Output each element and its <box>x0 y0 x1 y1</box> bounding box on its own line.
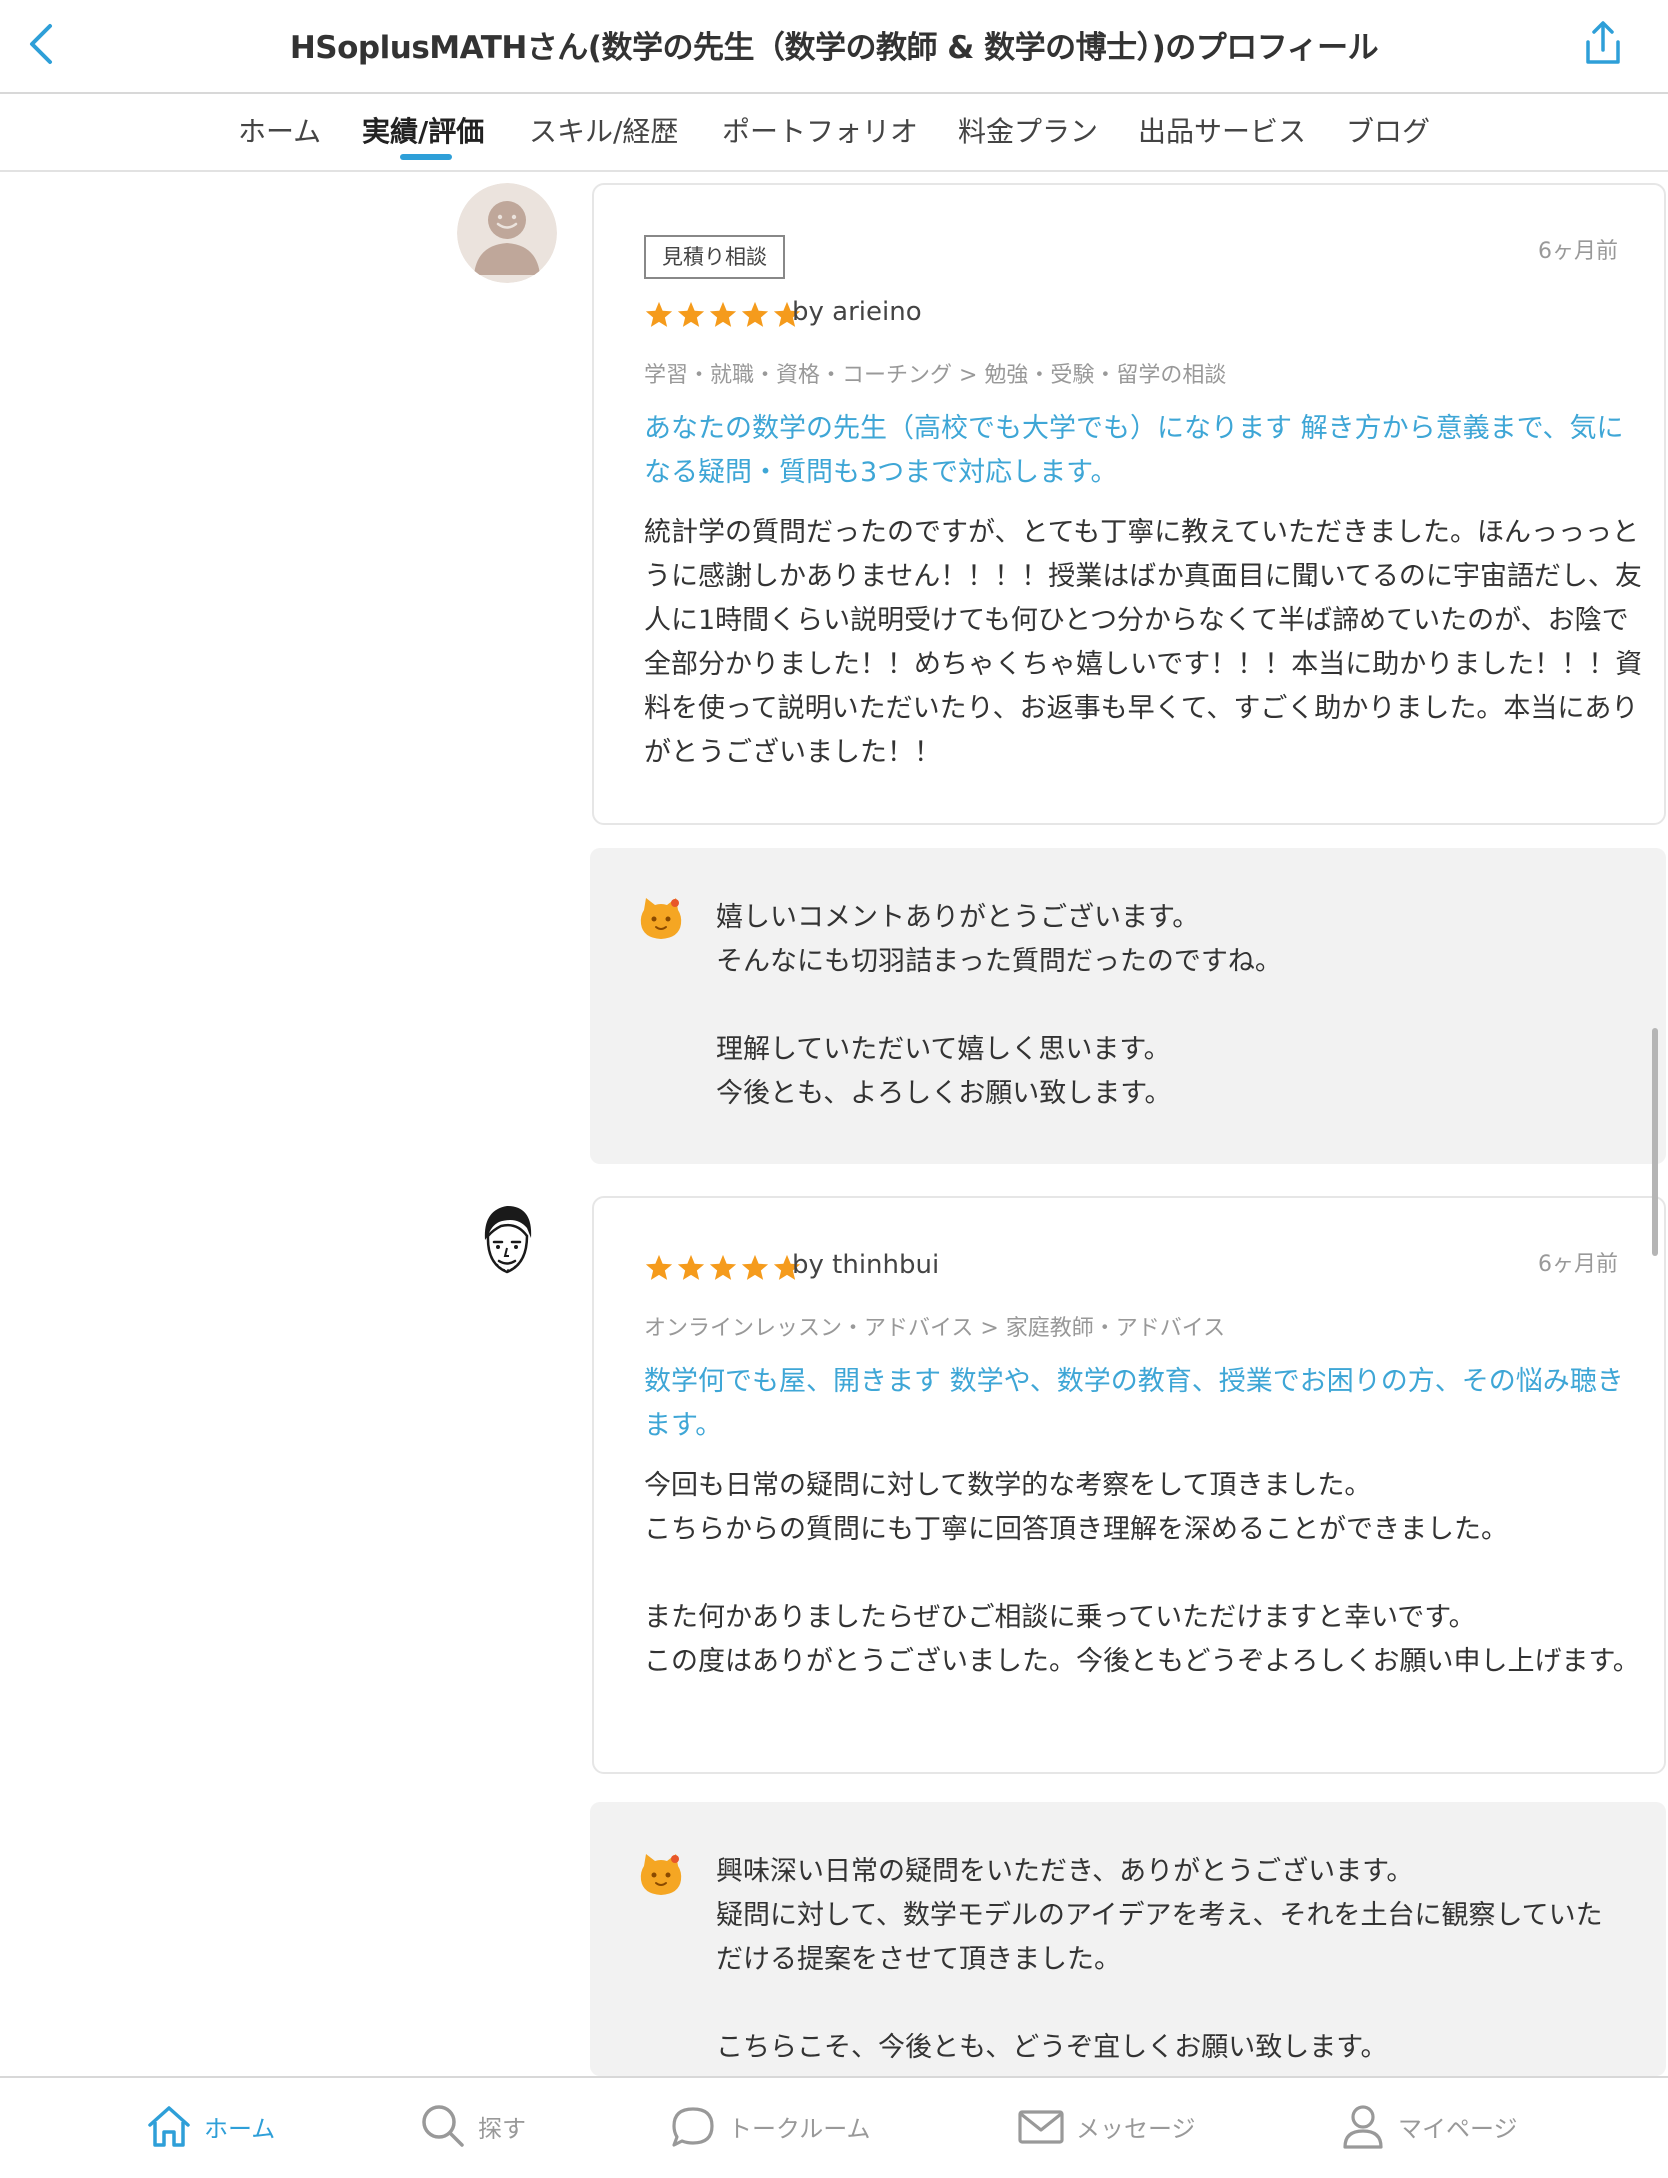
seller-reply-text: 嬉しいコメントありがとうございます。 そんなにも切羽詰まった質問だったのですね。… <box>716 902 1282 1109</box>
review-text: 今回も日常の疑問に対して数学的な考察をして頂きました。 こちらからの質問にも丁寧… <box>644 1470 1640 1677</box>
tab-home[interactable]: ホーム <box>238 110 321 150</box>
illustrated-man-avatar-icon <box>484 1206 532 1274</box>
seller-reply: 興味深い日常の疑問をいただき、ありがとうございます。 疑問に対して、数学モデルの… <box>590 1802 1666 2076</box>
seller-reply-text: 興味深い日常の疑問をいただき、ありがとうございます。 疑問に対して、数学モデルの… <box>716 1856 1603 2063</box>
nav-mypage-label: マイページ <box>1398 2114 1518 2143</box>
top-app-bar: HSoplusMATHさん(数学の先生（数学の教師 & 数学の博士）)のプロフィ… <box>0 0 1668 94</box>
nav-home[interactable]: ホーム <box>144 2096 275 2156</box>
page-title: HSoplusMATHさん(数学の先生（数学の教師 & 数学の博士）)のプロフィ… <box>289 30 1379 66</box>
profile-tabs: ホーム 実績/評価 スキル/経歴 ポートフォリオ 料金プラン 出品サービス ブロ… <box>0 96 1668 172</box>
review-card: 見積り相談 6ヶ月前 by arieino 学習・就職・資格・コーチング > 勉… <box>592 183 1666 825</box>
service-category: オンラインレッスン・アドバイス > 家庭教師・アドバイス <box>644 1316 1226 1341</box>
seller-reply: 嬉しいコメントありがとうございます。 そんなにも切羽詰まった質問だったのですね。… <box>590 848 1666 1164</box>
review-timestamp: 6ヶ月前 <box>1538 1252 1618 1277</box>
tab-blog[interactable]: ブログ <box>1346 110 1430 150</box>
star-icon <box>677 301 705 327</box>
nav-messages-label: メッセージ <box>1076 2114 1196 2143</box>
reviewer-name[interactable]: by thinhbui <box>792 1250 939 1280</box>
star-icon <box>645 301 673 327</box>
nav-search-label: 探す <box>478 2114 526 2143</box>
reviewer-avatar[interactable] <box>457 183 557 283</box>
reviewer-name[interactable]: by arieino <box>792 297 922 327</box>
star-icon <box>645 1254 673 1280</box>
home-icon <box>148 2106 190 2147</box>
chat-bubble-icon <box>672 2107 714 2147</box>
tab-results-reviews[interactable]: 実績/評価 <box>362 110 484 150</box>
share-icon[interactable] <box>1578 18 1628 68</box>
active-tab-indicator <box>400 154 452 160</box>
seller-cat-icon <box>640 1854 682 1895</box>
reviewer-avatar[interactable] <box>457 1192 557 1292</box>
vertical-scrollbar[interactable] <box>1652 1028 1658 1256</box>
service-title-link[interactable]: あなたの数学の先生（高校でも大学でも）になります 解き方から意義まで、気になる疑… <box>644 407 1634 495</box>
tab-listed-services[interactable]: 出品サービス <box>1138 110 1306 150</box>
nav-search[interactable]: 探す <box>418 2096 526 2156</box>
tab-portfolio[interactable]: ポートフォリオ <box>722 110 918 150</box>
star-rating <box>644 300 802 330</box>
review-card: 6ヶ月前 by thinhbui オンラインレッスン・アドバイス > 家庭教師・… <box>592 1196 1666 1774</box>
review-text: 統計学の質問だったのですが、とても丁寧に教えていただきました。ほんっっっとうに感… <box>644 517 1643 768</box>
nav-home-label: ホーム <box>204 2114 276 2143</box>
default-user-avatar-icon <box>457 183 557 283</box>
nav-talkroom[interactable]: トークルーム <box>668 2096 871 2156</box>
service-title-link[interactable]: 数学何でも屋、開きます 数学や、数学の教育、授業でお困りの方、その悩み聴きます。 <box>644 1360 1634 1448</box>
nav-mypage[interactable]: マイページ <box>1338 2096 1518 2156</box>
person-icon <box>1343 2105 1383 2149</box>
nav-messages[interactable]: メッセージ <box>1016 2096 1196 2156</box>
nav-talkroom-label: トークルーム <box>728 2114 871 2143</box>
search-icon <box>422 2105 464 2147</box>
tab-pricing-plans[interactable]: 料金プラン <box>958 110 1098 150</box>
star-icon <box>709 301 737 327</box>
tab-skills-career[interactable]: スキル/経歴 <box>529 110 678 150</box>
estimate-consultation-badge: 見積り相談 <box>644 235 785 279</box>
star-icon <box>709 1254 737 1280</box>
star-icon <box>677 1254 705 1280</box>
star-icon <box>741 1254 769 1280</box>
bottom-navigation: ホーム 探す トークルーム メッセージ マイページ <box>0 2076 1668 2178</box>
star-icon <box>741 301 769 327</box>
back-chevron-icon[interactable] <box>22 20 62 68</box>
star-rating <box>644 1253 802 1283</box>
seller-cat-icon <box>640 898 682 939</box>
service-category: 学習・就職・資格・コーチング > 勉強・受験・留学の相談 <box>644 363 1227 388</box>
mail-icon <box>1018 2110 1064 2144</box>
review-timestamp: 6ヶ月前 <box>1538 239 1618 264</box>
